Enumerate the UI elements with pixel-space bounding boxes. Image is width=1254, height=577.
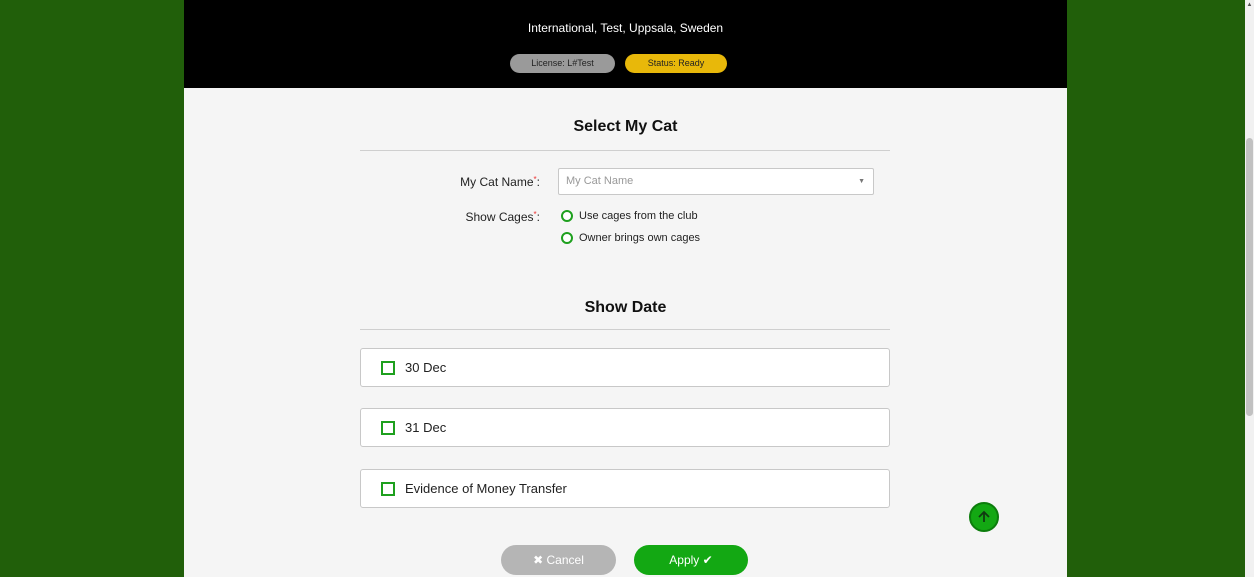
license-badge: License: L#Test xyxy=(510,54,615,73)
label-colon: : xyxy=(536,210,540,224)
date-option-30-dec[interactable]: 30 Dec xyxy=(360,348,890,387)
page-scrollbar[interactable]: ▲ xyxy=(1245,0,1254,577)
money-transfer-label: Evidence of Money Transfer xyxy=(405,481,567,496)
radio-own-cages[interactable]: Owner brings own cages xyxy=(561,230,700,246)
cancel-button[interactable]: ✖ Cancel xyxy=(501,545,616,575)
radio-circle-icon[interactable] xyxy=(561,232,573,244)
show-cages-label: Show Cages*: xyxy=(360,210,540,224)
show-header: International, Test, Uppsala, Sweden Lic… xyxy=(184,0,1067,88)
show-cages-label-text: Show Cages xyxy=(465,210,534,224)
radio-label: Use cages from the club xyxy=(579,210,698,222)
status-badge: Status: Ready xyxy=(625,54,727,73)
show-date-title: Show Date xyxy=(584,299,667,316)
select-cat-title: Select My Cat xyxy=(573,118,678,135)
cancel-label: Cancel xyxy=(546,553,584,567)
radio-label: Owner brings own cages xyxy=(579,232,701,244)
radio-circle-icon[interactable] xyxy=(561,210,573,222)
checkbox-icon[interactable] xyxy=(381,420,395,435)
header-title xyxy=(184,0,1067,8)
date-option-31-dec[interactable]: 31 Dec xyxy=(360,408,890,447)
cat-name-placeholder: My Cat Name xyxy=(566,175,634,187)
checkbox-icon[interactable] xyxy=(381,481,395,496)
scroll-up-arrow-icon[interactable]: ▲ xyxy=(1245,0,1254,10)
date-option-label: 30 Dec xyxy=(405,360,447,375)
checkbox-icon[interactable] xyxy=(381,360,395,375)
apply-label: Apply xyxy=(669,553,700,567)
date-option-label: 31 Dec xyxy=(405,420,447,435)
header-subtitle: International, Test, Uppsala, Sweden xyxy=(527,21,724,35)
select-cat-divider xyxy=(360,150,890,151)
apply-button[interactable]: Apply ✔ xyxy=(634,545,748,575)
chevron-down-icon: ▼ xyxy=(858,178,865,185)
scrollbar-thumb[interactable] xyxy=(1246,138,1253,416)
scroll-to-top-button[interactable] xyxy=(969,502,999,532)
radio-club-cages[interactable]: Use cages from the club xyxy=(561,208,698,224)
arrow-up-icon xyxy=(978,510,990,522)
cat-name-label-text: My Cat Name xyxy=(460,175,534,189)
money-transfer-option[interactable]: Evidence of Money Transfer xyxy=(360,469,890,508)
cat-name-select[interactable]: My Cat Name ▼ xyxy=(558,168,874,195)
close-icon: ✖ xyxy=(533,553,547,567)
cat-name-label: My Cat Name*: xyxy=(360,175,540,189)
label-colon: : xyxy=(536,175,540,189)
check-icon: ✔ xyxy=(699,553,713,567)
show-date-divider xyxy=(360,329,890,330)
page-panel: International, Test, Uppsala, Sweden Lic… xyxy=(184,0,1067,577)
